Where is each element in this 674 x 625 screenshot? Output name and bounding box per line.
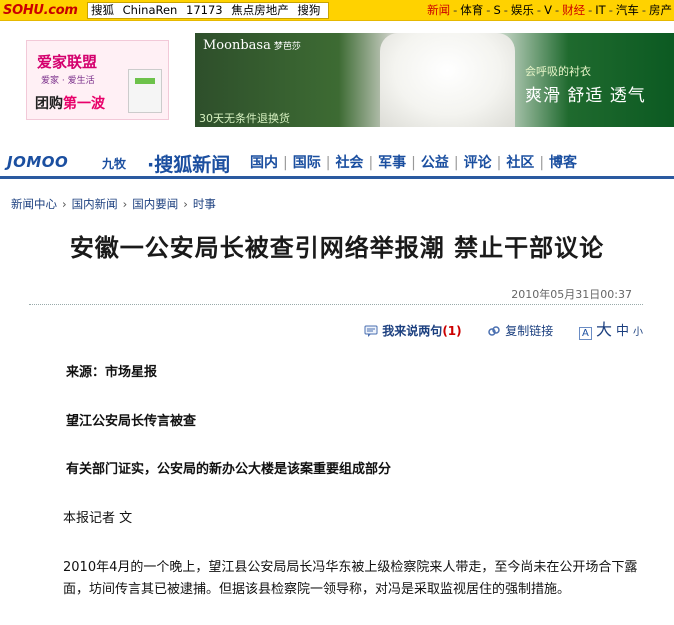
main-nav: JOMOO 九牧 ·搜狐新闻 国内 | 国际 | 社会 | 军事 | 公益 | 评论 | 社区 | 博客 xyxy=(0,147,674,179)
channel-links: 新闻 - 体育 - S - 娱乐 - V - 财经 - IT - 汽车 - 房产 xyxy=(427,3,672,17)
article-title: 安徽一公安局长被查引网络举报潮 禁止干部议论 xyxy=(69,233,605,262)
nav-item-charity[interactable]: 公益 xyxy=(421,155,449,171)
nav-item-community[interactable]: 社区 xyxy=(506,155,534,171)
breadcrumb: 新闻中心 › 国内新闻 › 国内要闻 › 时事 xyxy=(11,196,216,212)
ad-right-brand: Moonbasa 梦芭莎 xyxy=(203,38,301,53)
article-subtitle-2: 有关部门证实，公安局的新办公大楼是该案重要组成部分 xyxy=(66,462,392,477)
nav-item-opinion[interactable]: 评论 xyxy=(464,155,492,171)
article-subtitle-1: 望江公安局长传言被查 xyxy=(66,414,197,429)
sohu-logo[interactable]: SOHU.com xyxy=(3,2,81,19)
article-body-paragraph: 2010年4月的一个晚上，望江县公安局局长冯华东被上级检察院来人带走，至今尚未在… xyxy=(63,560,638,597)
channel-news[interactable]: 新闻 xyxy=(427,3,450,17)
article-timestamp: 2010年05月31日00:37 xyxy=(511,288,632,301)
breadcrumb-domestic[interactable]: 国内新闻 xyxy=(72,197,118,211)
ad-left-title: 爱家联盟 xyxy=(37,53,98,71)
channel-auto[interactable]: 汽车 xyxy=(616,3,639,17)
channel-v[interactable]: V xyxy=(544,3,552,17)
nav-item-military[interactable]: 军事 xyxy=(378,155,406,171)
site-logo[interactable]: ·搜狐新闻 xyxy=(147,150,230,177)
breadcrumb-top-news[interactable]: 国内要闻 xyxy=(132,197,178,211)
partner-links: 搜狐 ChinaRen 17173 焦点房地产 搜狗 xyxy=(87,2,330,19)
product-box-icon xyxy=(128,69,162,113)
ad-right-subhead: 会呼吸的衬衣 xyxy=(525,65,591,78)
chevron-right-icon: › xyxy=(122,197,128,211)
ad-right-footer: 30天无条件退换货 xyxy=(199,112,290,125)
channel-sports[interactable]: 体育 xyxy=(460,3,483,17)
comment-link[interactable]: 我来说两句 xyxy=(382,324,442,338)
comment-icon xyxy=(364,325,378,337)
partner-link-chinaren[interactable]: ChinaRen xyxy=(123,3,178,17)
font-small-button[interactable]: 小 xyxy=(633,327,643,338)
top-bar: SOHU.com 搜狐 ChinaRen 17173 焦点房地产 搜狗 新闻 - 体… xyxy=(0,0,674,21)
ad-left-headline: 团购第一波 xyxy=(35,96,105,112)
copy-link-button[interactable]: 复制链接 xyxy=(505,324,553,338)
breadcrumb-news-center[interactable]: 新闻中心 xyxy=(11,197,57,211)
partner-link-17173[interactable]: 17173 xyxy=(186,3,223,17)
nav-item-society[interactable]: 社会 xyxy=(335,155,363,171)
channel-ent[interactable]: 娱乐 xyxy=(511,3,534,17)
font-large-button[interactable]: 大 xyxy=(596,320,612,339)
channel-finance[interactable]: 财经 xyxy=(562,3,585,17)
nav-links: 国内 | 国际 | 社会 | 军事 | 公益 | 评论 | 社区 | 博客 xyxy=(250,155,578,171)
link-icon xyxy=(488,326,501,336)
shirt-model-image xyxy=(380,33,515,127)
ad-right-headline: 爽滑 舒适 透气 xyxy=(525,86,646,106)
breadcrumb-current[interactable]: 时事 xyxy=(193,197,216,211)
sponsor-cn: 九牧 xyxy=(102,157,127,171)
article-source: 来源：市场星报 xyxy=(66,365,158,380)
article-byline: 本报记者 文 xyxy=(63,511,133,526)
chevron-right-icon: › xyxy=(183,197,188,211)
nav-item-blog[interactable]: 博客 xyxy=(549,155,577,171)
channel-house[interactable]: 房产 xyxy=(649,3,672,17)
font-medium-button[interactable]: 中 xyxy=(616,324,629,339)
article-tools: 我来说两句(1) 复制链接 A大中小 xyxy=(364,316,643,340)
chevron-right-icon: › xyxy=(62,197,67,211)
sponsor-logo[interactable]: JOMOO xyxy=(7,153,68,171)
ad-banner-left[interactable]: 爱家联盟 爱家 · 爱生活 团购第一波 xyxy=(26,40,169,120)
channel-s[interactable]: S xyxy=(493,3,500,17)
partner-link-sohu[interactable]: 搜狐 xyxy=(91,3,114,17)
ad-left-tagline: 爱家 · 爱生活 xyxy=(41,76,95,86)
comment-count[interactable]: (1) xyxy=(442,324,461,338)
partner-link-focus[interactable]: 焦点房地产 xyxy=(231,3,289,17)
channel-it[interactable]: IT xyxy=(595,3,605,17)
nav-item-domestic[interactable]: 国内 xyxy=(250,155,278,171)
divider xyxy=(29,304,643,305)
nav-item-international[interactable]: 国际 xyxy=(293,155,321,171)
partner-link-sogou[interactable]: 搜狗 xyxy=(297,3,320,17)
ad-banner-right[interactable]: Moonbasa 梦芭莎 会呼吸的衬衣 爽滑 舒适 透气 30天无条件退换货 xyxy=(195,33,674,127)
font-size-icon: A xyxy=(578,327,592,340)
